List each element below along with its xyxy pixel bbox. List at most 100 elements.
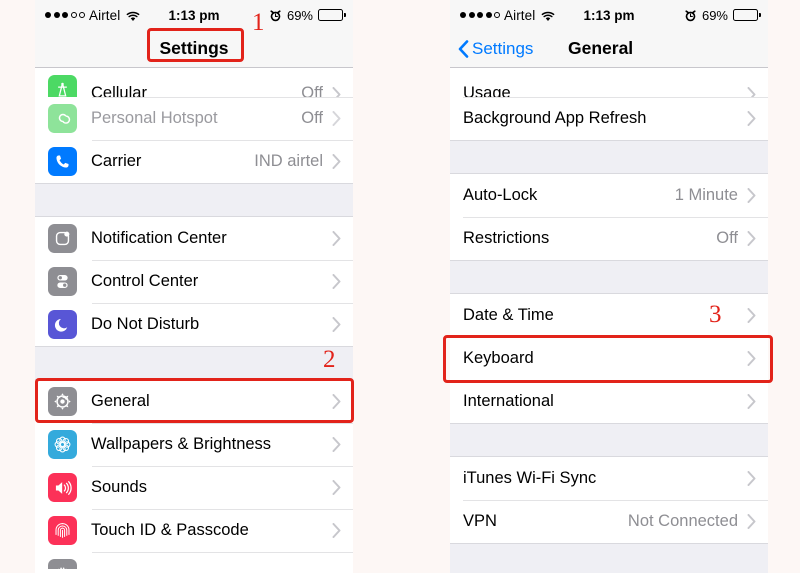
status-bar-right: Airtel 1:13 pm 69%: [450, 0, 768, 30]
signal-strength-icon: [45, 12, 85, 18]
screenshot-stage: Airtel 1:13 pm 69% Settings Cellular Off…: [0, 0, 800, 573]
battery-icon: [733, 9, 761, 21]
nav-bar-left: Settings: [35, 30, 353, 68]
list-item-label: Control Center: [91, 272, 199, 290]
list-item-label: Keyboard: [463, 349, 534, 367]
list-item-auto-lock[interactable]: Auto-Lock 1 Minute: [450, 174, 768, 217]
annotation-step-1: 1: [252, 9, 265, 36]
chevron-left-icon: [458, 39, 469, 58]
carrier-label: Airtel: [89, 7, 121, 23]
chevron-right-icon: [747, 514, 756, 529]
status-bar-left-group: Airtel: [45, 8, 140, 23]
list-group-separator: [450, 543, 768, 573]
list-group-separator: [450, 423, 768, 457]
list-item-sounds[interactable]: Sounds: [35, 466, 353, 509]
list-item-value: IND airtel: [254, 152, 323, 170]
status-bar-right-group: 69%: [269, 7, 346, 23]
battery-percent-label: 69%: [286, 7, 313, 23]
chevron-right-icon: [332, 317, 341, 332]
chevron-right-icon: [332, 231, 341, 246]
nav-bar-right: Settings General: [450, 30, 768, 68]
list-item-personal-hotspot[interactable]: Personal Hotspot Off: [35, 97, 353, 140]
chevron-right-icon: [332, 437, 341, 452]
list-item-label: International: [463, 392, 554, 410]
page-title-general: General: [568, 38, 634, 58]
chevron-right-icon: [332, 523, 341, 538]
list-item-carrier[interactable]: Carrier IND airtel: [35, 140, 353, 183]
wifi-icon: [126, 10, 140, 21]
list-item-label: Carrier: [91, 152, 142, 170]
list-item-control-center[interactable]: Control Center: [35, 260, 353, 303]
alarm-clock-icon: [684, 9, 697, 22]
carrier-phone-icon: [48, 147, 77, 176]
back-button-label: Settings: [472, 38, 534, 58]
list-item-cellular[interactable]: Cellular Off: [35, 68, 353, 104]
back-button-settings[interactable]: Settings: [458, 39, 533, 59]
list-item-background-app-refresh[interactable]: Background App Refresh: [450, 97, 768, 140]
chevron-right-icon: [332, 274, 341, 289]
list-group-separator: [35, 346, 353, 380]
sounds-speaker-icon: [48, 473, 77, 502]
chevron-right-icon: [747, 471, 756, 486]
general-gear-icon: [48, 387, 77, 416]
chevron-right-icon: [747, 308, 756, 323]
battery-percent-label: 69%: [701, 7, 728, 23]
list-group-separator: [450, 140, 768, 174]
list-item-general[interactable]: General: [35, 380, 353, 423]
chevron-right-icon: [332, 480, 341, 495]
list-item-itunes-wifi-sync[interactable]: iTunes Wi-Fi Sync: [450, 457, 768, 500]
page-title-settings: Settings: [159, 38, 229, 58]
battery-icon: [318, 9, 346, 21]
wifi-icon: [541, 10, 555, 21]
list-item-vpn[interactable]: VPN Not Connected: [450, 500, 768, 543]
alarm-clock-icon: [269, 9, 282, 22]
settings-list: Cellular Off Personal Hotspot Off Carrie…: [35, 68, 353, 569]
control-center-icon: [48, 267, 77, 296]
phone-screen-general: Airtel 1:13 pm 69% Settings General Usag…: [450, 0, 768, 573]
list-item-do-not-disturb[interactable]: Do Not Disturb: [35, 303, 353, 346]
chevron-right-icon: [747, 394, 756, 409]
annotation-step-3: 3: [709, 301, 722, 328]
list-item-label: Wallpapers & Brightness: [91, 435, 272, 453]
list-item-label: General: [91, 392, 150, 410]
chevron-right-icon: [747, 188, 756, 203]
list-item-value: Off: [301, 109, 323, 127]
signal-strength-icon: [460, 12, 500, 18]
list-item-label: Date & Time: [463, 306, 554, 324]
chevron-right-icon: [332, 394, 341, 409]
chevron-right-icon: [747, 351, 756, 366]
list-item-label: Do Not Disturb: [91, 315, 200, 333]
list-item-usage[interactable]: Usage: [450, 68, 768, 102]
list-item-wallpapers-brightness[interactable]: Wallpapers & Brightness: [35, 423, 353, 466]
chevron-right-icon: [332, 111, 341, 126]
list-item-label: Notification Center: [91, 229, 227, 247]
list-item-label: Auto-Lock: [463, 186, 538, 204]
list-group-separator: [35, 183, 353, 217]
privacy-hand-icon: [48, 559, 77, 569]
status-bar-left: Airtel 1:13 pm 69%: [35, 0, 353, 30]
carrier-label: Airtel: [504, 7, 536, 23]
list-item-privacy-partial[interactable]: [35, 552, 353, 569]
do-not-disturb-moon-icon: [48, 310, 77, 339]
phone-screen-settings: Airtel 1:13 pm 69% Settings Cellular Off…: [35, 0, 353, 573]
list-item-notification-center[interactable]: Notification Center: [35, 217, 353, 260]
chevron-right-icon: [332, 154, 341, 169]
list-group-separator: [450, 260, 768, 294]
status-bar-left-group: Airtel: [460, 8, 555, 23]
list-item-label: Sounds: [91, 478, 147, 496]
list-item-label: VPN: [463, 512, 497, 530]
chevron-right-icon: [747, 231, 756, 246]
list-item-label: Touch ID & Passcode: [91, 521, 249, 539]
list-item-restrictions[interactable]: Restrictions Off: [450, 217, 768, 260]
list-item-label: iTunes Wi-Fi Sync: [463, 469, 597, 487]
touch-id-fingerprint-icon: [48, 516, 77, 545]
status-bar-right-group: 69%: [684, 7, 761, 23]
list-item-touch-id-passcode[interactable]: Touch ID & Passcode: [35, 509, 353, 552]
list-item-international[interactable]: International: [450, 380, 768, 423]
list-item-label: Restrictions: [463, 229, 550, 247]
personal-hotspot-icon: [48, 104, 77, 133]
list-item-label: Background App Refresh: [463, 109, 647, 127]
list-item-value: 1 Minute: [674, 186, 738, 204]
list-item-keyboard[interactable]: Keyboard: [450, 337, 768, 380]
list-item-label: Personal Hotspot: [91, 109, 218, 127]
